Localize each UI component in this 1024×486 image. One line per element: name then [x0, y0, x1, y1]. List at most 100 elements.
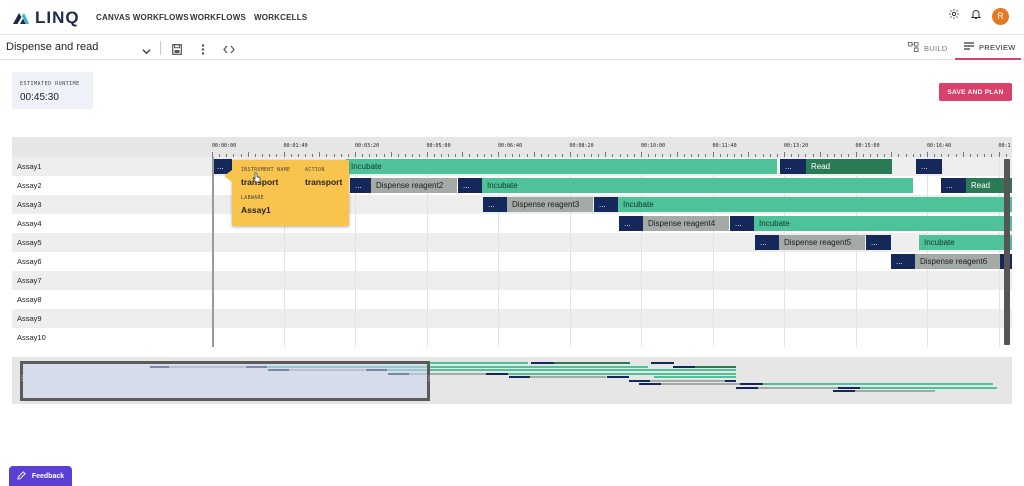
- tooltip-labware-value: Assay1: [241, 205, 271, 215]
- overview-bar: [758, 386, 838, 389]
- overview-bar: [508, 376, 530, 378]
- task-tooltip: INSTRUMENT NAME transport ACTION transpo…: [224, 160, 349, 226]
- tick-label: 00:05:00: [426, 143, 451, 149]
- task-bar[interactable]: Dispense reagent2: [371, 178, 457, 193]
- toolbar-divider: [160, 41, 161, 55]
- chevron-down-icon[interactable]: [142, 43, 151, 61]
- tooltip-instrument-label: INSTRUMENT NAME: [241, 168, 291, 173]
- timeline-overview[interactable]: ⋮ ⋮: [12, 357, 1012, 404]
- linq-logo-icon: [13, 13, 29, 24]
- task-bar[interactable]: ...: [350, 178, 371, 193]
- row-label: Assay5: [17, 238, 42, 247]
- top-navbar: LINQ CANVAS WORKFLOWS WORKFLOWS WORKCELL…: [0, 0, 1024, 35]
- task-bar[interactable]: Read: [806, 159, 892, 174]
- timeline-row: Assay10: [12, 328, 1012, 347]
- timeline-row: Assay7: [12, 271, 1012, 290]
- nav-workcells[interactable]: WORKCELLS: [254, 0, 307, 35]
- task-bar[interactable]: ...: [458, 178, 482, 193]
- overview-bar: [486, 372, 508, 375]
- workflow-title: Dispense and read: [6, 41, 99, 53]
- task-bar[interactable]: Incubate: [482, 178, 913, 193]
- notifications-bell-icon[interactable]: [970, 7, 982, 25]
- linq-logo[interactable]: LINQ: [12, 8, 80, 28]
- task-bar[interactable]: ...: [780, 159, 806, 174]
- save-and-plan-button[interactable]: SAVE AND PLAN: [939, 83, 1012, 101]
- workflow-toolbar: Dispense and read BUILD PREVIEW: [0, 36, 1024, 60]
- row-label: Assay8: [17, 295, 42, 304]
- overview-bar: [507, 372, 736, 375]
- nav-canvas-workflows[interactable]: CANVAS WORKFLOWS: [96, 0, 189, 35]
- logo-text: LINQ: [35, 8, 80, 27]
- timeline-vertical-scrollbar[interactable]: [1004, 159, 1010, 345]
- save-icon[interactable]: [172, 42, 182, 60]
- tick-label: 00:15:00: [855, 143, 880, 149]
- task-bar[interactable]: Incubate: [618, 197, 1012, 212]
- task-bar[interactable]: ...: [941, 178, 966, 193]
- row-label: Assay7: [17, 276, 42, 285]
- overview-bar: [762, 383, 993, 385]
- overview-bar: [638, 383, 661, 385]
- task-bar[interactable]: Incubate: [754, 216, 1012, 231]
- task-bar[interactable]: Dispense reagent3: [507, 197, 593, 212]
- overview-bar: [606, 376, 629, 378]
- right-drag-handle[interactable]: ⋮: [426, 376, 432, 384]
- overview-bar: [859, 386, 997, 389]
- overview-bar: [833, 390, 856, 392]
- tick-label: 00:11:40: [712, 143, 737, 149]
- timeline-row: Assay9: [12, 309, 1012, 328]
- task-bar[interactable]: ...: [866, 235, 891, 250]
- tick-label: 00:03:20: [355, 143, 380, 149]
- task-bar[interactable]: Dispense reagent5: [779, 235, 865, 250]
- row-label: Assay4: [17, 219, 42, 228]
- runtime-value: 00:45:30: [20, 92, 59, 103]
- code-icon[interactable]: [223, 42, 235, 60]
- task-bar[interactable]: ...: [755, 235, 779, 250]
- task-bar[interactable]: ...: [619, 216, 643, 231]
- tick-label: 00:06:40: [498, 143, 523, 149]
- tick-label: 00:1: [998, 143, 1011, 149]
- grid-line: [927, 157, 928, 347]
- nav-workflows[interactable]: WORKFLOWS: [190, 0, 246, 35]
- task-bar[interactable]: ...: [483, 197, 507, 212]
- runtime-label: ESTIMATED RUNTIME: [20, 81, 80, 87]
- task-bar[interactable]: ...: [891, 254, 915, 269]
- overview-viewport-window[interactable]: ⋮ ⋮: [19, 361, 432, 401]
- estimated-runtime-card: ESTIMATED RUNTIME 00:45:30: [12, 72, 93, 109]
- task-bar[interactable]: ...: [730, 216, 754, 231]
- overview-bar: [387, 369, 736, 371]
- tab-preview[interactable]: PREVIEW: [955, 36, 1021, 60]
- overview-bar: [725, 379, 736, 382]
- tick-label: 00:10:00: [641, 143, 666, 149]
- timeline-ruler[interactable]: 00:00:00 00:01:40 00:03:20 00:05:00 00:06:40…: [12, 137, 1012, 157]
- left-drag-handle[interactable]: ⋮: [19, 376, 25, 384]
- overview-bar: [837, 386, 860, 389]
- overview-bar: [695, 365, 736, 368]
- tab-preview-label: PREVIEW: [979, 42, 1016, 52]
- tab-build[interactable]: BUILD: [908, 36, 948, 60]
- feedback-label: Feedback: [31, 472, 65, 480]
- edit-pencil-icon: [17, 470, 26, 482]
- settings-gear-icon[interactable]: [948, 7, 960, 25]
- user-avatar[interactable]: R: [992, 7, 1009, 25]
- row-label: Assay1: [17, 162, 42, 171]
- row-label: Assay3: [17, 200, 42, 209]
- overview-bar: [530, 362, 554, 364]
- overview-bar: [628, 379, 651, 382]
- task-bar[interactable]: ...: [916, 159, 942, 174]
- timeline-row: Assay6: [12, 252, 1012, 271]
- task-bar[interactable]: Incubate: [919, 235, 1012, 250]
- feedback-button[interactable]: Feedback: [9, 466, 72, 486]
- task-bar[interactable]: Incubate: [346, 159, 777, 174]
- task-bar[interactable]: Dispense reagent4: [643, 216, 729, 231]
- task-bar[interactable]: Dispense reagent6: [915, 254, 1000, 269]
- overview-bar: [673, 365, 696, 368]
- more-vertical-icon[interactable]: [201, 42, 205, 60]
- row-label: Assay9: [17, 314, 42, 323]
- timeline-row: Assay8: [12, 290, 1012, 309]
- tooltip-action-label: ACTION: [305, 168, 325, 173]
- row-label: Assay6: [17, 257, 42, 266]
- overview-bar: [553, 362, 630, 364]
- tick-label: 00:16:40: [927, 143, 952, 149]
- task-bar[interactable]: ...: [594, 197, 618, 212]
- overview-bar: [855, 390, 936, 392]
